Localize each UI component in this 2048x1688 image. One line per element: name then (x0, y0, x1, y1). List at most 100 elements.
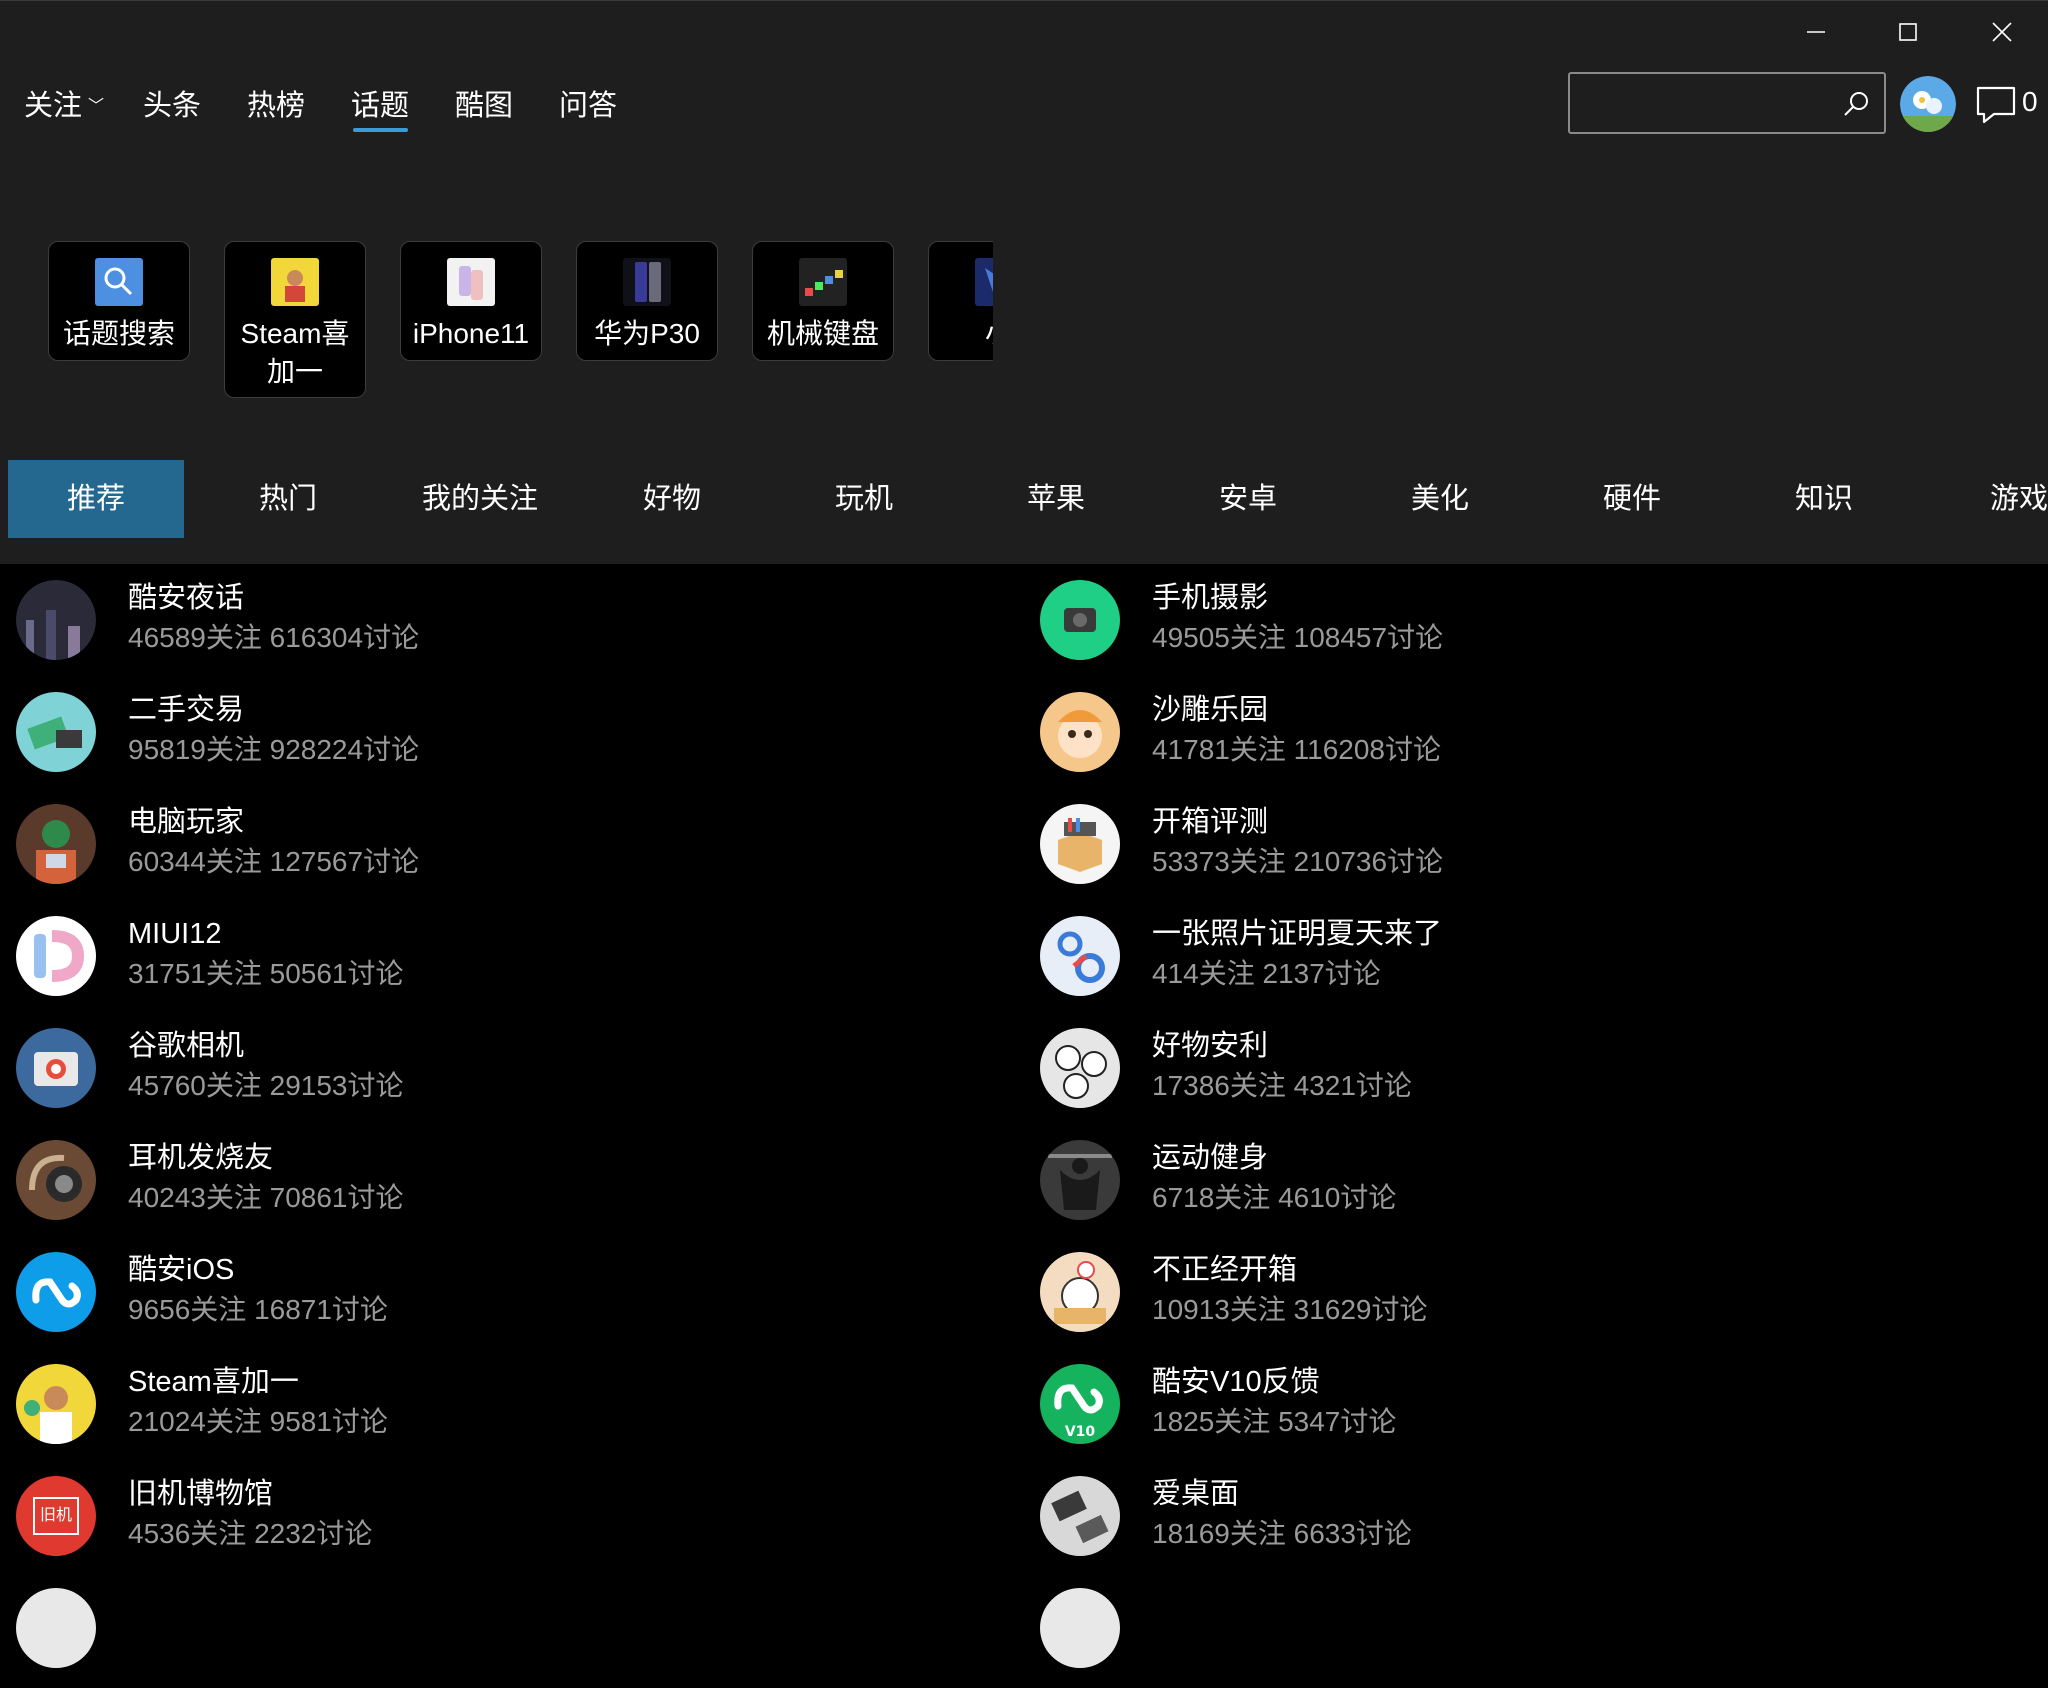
tile-label: iPhone11 (412, 318, 530, 349)
category-hot[interactable]: 热门 (200, 460, 376, 538)
topic-stats: 9656关注 16871讨论 (128, 1294, 388, 1325)
topic-stats: 1825关注 5347讨论 (1152, 1406, 1397, 1437)
partial-icon (975, 258, 993, 306)
topic-name: 耳机发烧友 (128, 1142, 274, 1174)
message-count: 0 (2022, 86, 2038, 117)
category-recommend[interactable]: 推荐 (8, 460, 184, 538)
miui-icon (16, 916, 96, 996)
tile-huawei-p30[interactable]: 华为P30 (576, 241, 718, 361)
topic-name: 旧机博物馆 (128, 1478, 274, 1510)
nav-active-indicator (353, 128, 408, 132)
summer-icon (1040, 916, 1120, 996)
tile-label: 华为P30 (594, 318, 700, 349)
user-avatar[interactable] (1900, 76, 1956, 132)
topic-avatar-anime (1040, 692, 1120, 772)
topic-stats: 31751关注 50561讨论 (128, 958, 404, 989)
topic-stats: 40243关注 70861讨论 (128, 1182, 404, 1213)
topic-stats: 414关注 2137讨论 (1152, 958, 1381, 989)
category-android[interactable]: 安卓 (1160, 460, 1336, 538)
tile-label: 机械键盘 (766, 318, 879, 349)
nav-topics[interactable]: 话题 (351, 84, 409, 134)
chevron-down-icon: ﹀ (88, 98, 105, 116)
topic-name: 手机摄影 (1152, 582, 1269, 614)
headphone-icon (16, 1140, 96, 1220)
topic-stats: 6718关注 4610讨论 (1152, 1182, 1397, 1213)
topic-stats: 60344关注 127567讨论 (128, 846, 420, 877)
topic-name: MIUI12 (128, 918, 222, 950)
app-header: 关注 ﹀ 头条 热榜 话题 酷图 问答 0 话题搜索 Steam喜加一 iPho… (0, 0, 2048, 564)
topic-avatar-pc (16, 804, 96, 884)
topic-shortcuts: 话题搜索 Steam喜加一 iPhone11 华为P30 机械键盘 (0, 230, 993, 410)
topic-stats: 41781关注 116208讨论 (1152, 734, 1441, 765)
category-goods[interactable]: 好物 (584, 460, 760, 538)
tile-label: Steam喜加一 (240, 318, 350, 387)
maximize-button[interactable] (1862, 0, 1954, 64)
topic-name: Steam喜加一 (128, 1366, 299, 1398)
topic-avatar-partial (1040, 1588, 1120, 1668)
search-box (1568, 72, 1886, 134)
topic-stats: 21024关注 9581讨论 (128, 1406, 388, 1437)
v10-icon-text: V10 (1065, 1424, 1096, 1440)
nav-follow[interactable]: 关注 ﹀ (24, 84, 104, 134)
google-camera-icon (16, 1028, 96, 1108)
tile-topic-search[interactable]: 话题搜索 (48, 241, 190, 361)
tile-label: 小 (929, 315, 993, 353)
topic-stats: 45760关注 29153讨论 (128, 1070, 404, 1101)
category-games[interactable]: 游戏 (1928, 460, 2048, 538)
topic-stats: 4536关注 2232讨论 (128, 1518, 373, 1549)
nav-hot[interactable]: 热榜 (247, 84, 305, 134)
close-button[interactable] (1956, 0, 2048, 64)
topic-name: 一张照片证明夏天来了 (1152, 918, 1443, 950)
tile-mech-keyboard[interactable]: 机械键盘 (752, 241, 894, 361)
category-tinkering[interactable]: 玩机 (776, 460, 952, 538)
search-input[interactable] (1580, 82, 1834, 126)
topic-name: 谷歌相机 (128, 1030, 245, 1062)
tile-iphone11[interactable]: iPhone11 (400, 241, 542, 361)
topic-name: 二手交易 (128, 694, 245, 726)
category-apple[interactable]: 苹果 (968, 460, 1144, 538)
topic-name: 开箱评测 (1152, 806, 1269, 838)
topic-stats: 53373关注 210736讨论 (1152, 846, 1444, 877)
category-theming[interactable]: 美化 (1352, 460, 1528, 538)
tile-partial[interactable]: 小 (928, 241, 993, 361)
topic-name: 酷安iOS (128, 1254, 235, 1286)
topic-name: 酷安夜话 (128, 582, 245, 614)
topic-stats: 95819关注 928224讨论 (128, 734, 420, 765)
phone-icon (623, 258, 671, 306)
topic-name: 好物安利 (1152, 1030, 1269, 1062)
category-knowledge[interactable]: 知识 (1736, 460, 1912, 538)
minimize-icon (1807, 31, 1825, 33)
tile-label: 话题搜索 (62, 318, 175, 349)
topic-avatar-trade (16, 692, 96, 772)
category-hardware[interactable]: 硬件 (1544, 460, 1720, 538)
fitness-icon (1040, 1140, 1120, 1220)
search-topic-icon (95, 258, 143, 306)
tile-steam[interactable]: Steam喜加一 (224, 241, 366, 398)
message-icon[interactable] (1974, 82, 2018, 126)
topic-name: 爱桌面 (1152, 1478, 1240, 1510)
topic-stats: 17386关注 4321讨论 (1152, 1070, 1412, 1101)
close-icon (1992, 22, 2012, 42)
search-icon[interactable] (1842, 90, 1870, 118)
desk-icon (1040, 1476, 1120, 1556)
nav-pictures[interactable]: 酷图 (455, 84, 513, 134)
minimize-button[interactable] (1770, 0, 1862, 64)
coolapk-ios-icon (16, 1252, 96, 1332)
old-phone-museum-icon: 旧机 (16, 1476, 96, 1556)
steam-promo-icon (271, 258, 319, 306)
maximize-icon (1899, 23, 1917, 41)
camera-icon (1040, 580, 1120, 660)
topic-stats: 10913关注 31629讨论 (1152, 1294, 1428, 1325)
category-following[interactable]: 我的关注 (392, 460, 568, 538)
topic-stats: 18169关注 6633讨论 (1152, 1518, 1412, 1549)
topic-avatar-meme (1040, 1028, 1120, 1108)
nav-headlines[interactable]: 头条 (143, 84, 201, 134)
topic-avatar-cat (1040, 1252, 1120, 1332)
topic-name: 运动健身 (1152, 1142, 1269, 1174)
nav-qa[interactable]: 问答 (559, 84, 617, 134)
topic-stats: 46589关注 616304讨论 (128, 622, 420, 653)
topic-name: 沙雕乐园 (1152, 694, 1269, 726)
old-phone-icon-text: 旧机 (40, 1505, 72, 1524)
topic-avatar-partial (16, 1588, 96, 1668)
topic-name: 酷安V10反馈 (1152, 1366, 1320, 1398)
